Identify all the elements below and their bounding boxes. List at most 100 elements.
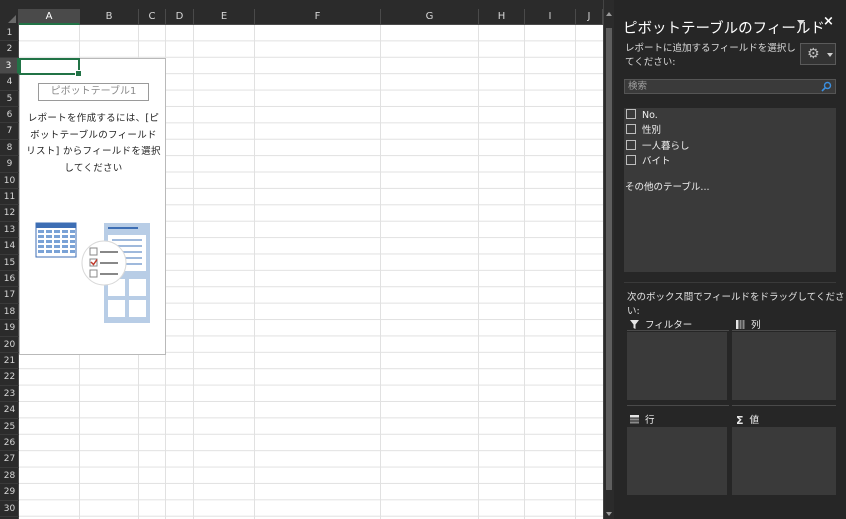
row-header-20[interactable]: 20 [0,337,19,353]
column-header-d[interactable]: D [166,9,194,25]
close-icon[interactable]: × [823,14,834,29]
field-checkbox[interactable] [626,155,636,165]
pane-options-chevron-down-icon[interactable] [797,20,805,25]
column-header-f[interactable]: F [255,9,381,25]
column-header-h[interactable]: H [479,9,525,25]
field-list: No. 性別 一人暮らし バイト その他のテーブル... [624,108,836,272]
row-header-3[interactable]: 3 [0,57,19,75]
column-header-i[interactable]: I [525,9,576,25]
field-item-gender[interactable]: 性別 [626,124,661,138]
excel-window: A B C D E F G H I J 1 2 3 4 5 6 7 8 9 10 11 12 13 14 1… [0,0,846,519]
row-header-27[interactable]: 27 [0,451,19,468]
values-area-text: 値 [749,415,760,426]
select-all-button[interactable] [0,9,19,25]
gear-icon: ⚙ [807,46,820,62]
pane-instructions: レポートに追加するフィールドを選択してください: [625,43,796,68]
column-header-g[interactable]: G [381,9,479,25]
row-header-bar: 1 2 3 4 5 6 7 8 9 10 11 12 13 14 15 16 17 18 19 20 21 22 23 24 2… [0,25,19,519]
active-cell-a3[interactable] [19,58,82,77]
search-icon [821,81,832,92]
row-header-29[interactable]: 29 [0,484,19,501]
field-checkbox[interactable] [626,124,636,134]
scroll-down-icon[interactable] [606,512,612,516]
search-input[interactable] [625,80,815,93]
field-label: 一人暮らし [642,141,690,152]
tools-button[interactable]: ⚙ [800,43,836,65]
row-header-17[interactable]: 17 [0,287,19,304]
filter-icon [630,320,639,329]
defer-update-bar [624,512,836,519]
row-header-2[interactable]: 2 [0,41,19,58]
row-header-12[interactable]: 12 [0,205,19,222]
column-header-c[interactable]: C [139,9,166,25]
row-header-5[interactable]: 5 [0,91,19,107]
columns-area-label: 列 [736,317,761,331]
row-header-4[interactable]: 4 [0,74,19,91]
values-drop-zone[interactable] [732,427,836,495]
scroll-up-icon[interactable] [606,12,612,16]
drag-hint: 次のボックス間でフィールドをドラッグしてください: [627,292,845,317]
row-header-26[interactable]: 26 [0,435,19,452]
divider [732,330,836,331]
pivot-instructions-line: してください [64,162,123,174]
rows-icon [630,415,639,424]
field-search-box[interactable] [624,79,836,94]
row-header-7[interactable]: 7 [0,123,19,140]
pivot-table-name: ピボットテーブル1 [38,83,149,101]
rows-drop-zone[interactable] [627,427,727,495]
pivot-instructions-line: リスト] からフィールドを選択 [26,146,161,157]
scrollbar-thumb[interactable] [606,28,612,490]
row-header-6[interactable]: 6 [0,107,19,124]
pivot-table-placeholder[interactable]: ピボットテーブル1 レポートを作成するには、[ピ ボットテーブルのフィールド リ… [19,58,166,355]
row-header-8[interactable]: 8 [0,140,19,157]
column-header-b[interactable]: B [80,9,139,25]
vertical-scrollbar[interactable] [603,0,614,519]
rows-area-text: 行 [645,415,655,426]
other-tables-link[interactable]: その他のテーブル... [625,179,710,193]
column-header-j[interactable]: J [576,9,603,25]
row-header-10[interactable]: 10 [0,173,19,189]
row-header-16[interactable]: 16 [0,271,19,288]
field-label: No. [642,110,658,121]
column-header-a[interactable]: A [19,9,80,25]
columns-drop-zone[interactable] [732,332,836,400]
pane-title: ピボットテーブルのフィールド [623,21,825,37]
row-header-18[interactable]: 18 [0,304,19,321]
filter-area-label: フィルター [630,317,692,331]
worksheet: A B C D E F G H I J 1 2 3 4 5 6 7 8 9 10 11 12 13 14 1… [0,0,603,519]
row-header-9[interactable]: 9 [0,156,19,173]
row-header-21[interactable]: 21 [0,353,19,370]
pivot-instructions-line: レポートを作成するには、[ピ [27,113,160,124]
divider [627,405,729,406]
row-header-28[interactable]: 28 [0,468,19,485]
field-item-no[interactable]: No. [626,109,658,123]
field-checkbox[interactable] [626,140,636,150]
row-header-22[interactable]: 22 [0,369,19,386]
field-label: 性別 [642,125,662,136]
columns-icon [736,320,745,329]
row-header-1[interactable]: 1 [0,25,19,42]
filter-drop-zone[interactable] [627,332,727,400]
row-header-30[interactable]: 30 [0,501,19,517]
row-header-25[interactable]: 25 [0,419,19,435]
pivot-field-list-pane: ピボットテーブルのフィールド × レポートに追加するフィールドを選択してください… [614,0,846,519]
row-header-11[interactable]: 11 [0,189,19,206]
formula-bar-edge [0,0,603,9]
rows-area-label: 行 [630,412,655,426]
column-header-e[interactable]: E [194,9,255,25]
divider [732,405,836,406]
sigma-icon: Σ [736,414,744,427]
row-header-15[interactable]: 15 [0,255,19,271]
row-header-23[interactable]: 23 [0,386,19,403]
pivot-instructions: レポートを作成するには、[ピ ボットテーブルのフィールド リスト] からフィール… [26,111,161,177]
row-header-14[interactable]: 14 [0,238,19,255]
row-header-24[interactable]: 24 [0,402,19,419]
field-item-part-time[interactable]: バイト [626,155,671,169]
row-header-13[interactable]: 13 [0,222,19,239]
values-area-label: Σ値 [736,412,759,427]
field-item-living-alone[interactable]: 一人暮らし [626,140,690,154]
row-header-19[interactable]: 19 [0,320,19,337]
field-checkbox[interactable] [626,109,636,119]
divider [624,282,836,283]
divider [627,330,729,331]
